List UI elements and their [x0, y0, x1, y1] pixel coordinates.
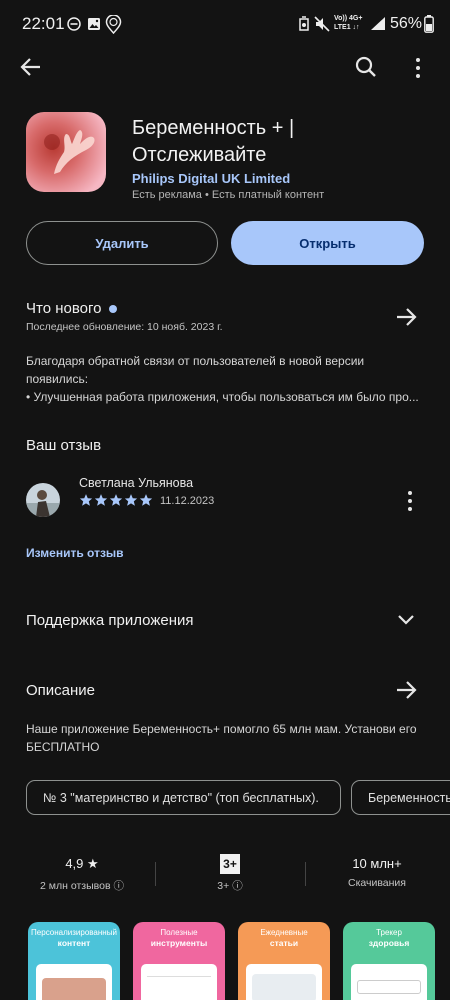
back-button[interactable]: [20, 56, 42, 78]
rating-stars: [79, 493, 153, 507]
stat-rating[interactable]: 4,9 ★ 2 млн отзывов ⓘ: [22, 856, 142, 893]
status-bar: 22:01 Vo)) 4G+ LTE1 ↓↑ 56%: [0, 0, 450, 50]
battery-icon: [424, 15, 434, 33]
star-icon: [79, 494, 93, 506]
last-updated: Последнее обновление: 10 нояб. 2023 г.: [26, 321, 223, 333]
app-support-title[interactable]: Поддержка приложения: [26, 612, 194, 629]
star-icon: [124, 494, 138, 506]
whats-new-title: Что нового: [26, 300, 102, 317]
reviewer-name: Светлана Ульянова: [79, 476, 194, 490]
downloads-value: 10 млн+: [352, 856, 402, 871]
edit-review-link[interactable]: Изменить отзыв: [26, 546, 124, 560]
review-more-button[interactable]: [404, 490, 416, 512]
mute-icon: [314, 16, 330, 32]
your-review-title: Ваш отзыв: [26, 437, 102, 454]
battery-percent: 56%: [390, 15, 423, 32]
star-icon: [109, 494, 123, 506]
screenshot-3[interactable]: Ежедневные статьи: [238, 922, 330, 1000]
app-meta: Есть реклама • Есть платный контент: [132, 189, 325, 201]
more-menu-button[interactable]: [412, 57, 424, 79]
review-date: 11.12.2023: [160, 495, 215, 507]
reviews-count: 2 млн отзывов: [40, 880, 111, 892]
screenshot-1[interactable]: Персонализированный контент: [28, 922, 120, 1000]
screenshot-2[interactable]: Полезные инструменты: [133, 922, 225, 1000]
description-title[interactable]: Описание: [26, 682, 95, 699]
stat-downloads: 10 млн+ Скачивания: [317, 856, 437, 889]
description-arrow-button[interactable]: [395, 679, 417, 701]
expand-button[interactable]: [397, 614, 415, 626]
chevron-down-icon: [398, 615, 414, 625]
location-face-icon: [105, 15, 122, 34]
stat-age[interactable]: 3+ 3+ ⓘ: [170, 854, 290, 893]
description-text: Наше приложение Беременность+ помогло 65…: [26, 722, 417, 754]
new-indicator-dot: [109, 304, 118, 313]
more-vert-icon: [416, 58, 420, 78]
open-button[interactable]: Открыть: [231, 221, 424, 265]
app-icon: [26, 112, 106, 192]
status-time: 22:01: [22, 14, 65, 33]
search-button[interactable]: [355, 56, 377, 78]
whats-new-text: Благодаря обратной связи от пользователе…: [26, 354, 419, 404]
arrow-forward-icon: [397, 308, 417, 326]
age-rating-badge: 3+: [220, 854, 240, 874]
app-title: Беременность + | Отслеживайте: [132, 117, 295, 166]
search-icon: [355, 56, 376, 77]
screenshot-4[interactable]: Трекер здоровья: [343, 922, 435, 1000]
avatar: [26, 483, 60, 517]
star-small-icon: ★: [87, 856, 99, 871]
chip-top-rank[interactable]: № 3 "материнство и детство" (топ бесплат…: [26, 780, 341, 815]
whats-new-header[interactable]: Что нового: [26, 300, 118, 318]
dnd-icon: [67, 17, 81, 31]
uninstall-button[interactable]: Удалить: [26, 221, 218, 265]
rating-value: 4,9: [65, 856, 84, 871]
network-indicator: Vo)) 4G+ LTE1 ↓↑: [334, 15, 363, 31]
info-icon: ⓘ: [113, 880, 124, 892]
chip-category[interactable]: Беременность: [351, 780, 450, 815]
gallery-icon: [87, 17, 101, 31]
whats-new-arrow-button[interactable]: [395, 306, 417, 328]
stat-divider: [305, 862, 306, 886]
info-icon: ⓘ: [232, 880, 243, 892]
arrow-back-icon: [20, 58, 40, 76]
star-icon: [139, 494, 153, 506]
age-rating: 3+: [217, 880, 230, 892]
stat-divider: [155, 862, 156, 886]
more-vert-icon: [408, 491, 412, 511]
star-icon: [94, 494, 108, 506]
signal-icon: [370, 16, 386, 31]
developer-link[interactable]: Philips Digital UK Limited: [132, 171, 290, 186]
downloads-label: Скачивания: [347, 877, 406, 889]
arrow-forward-icon: [397, 681, 417, 699]
alarm-icon: [298, 16, 310, 32]
